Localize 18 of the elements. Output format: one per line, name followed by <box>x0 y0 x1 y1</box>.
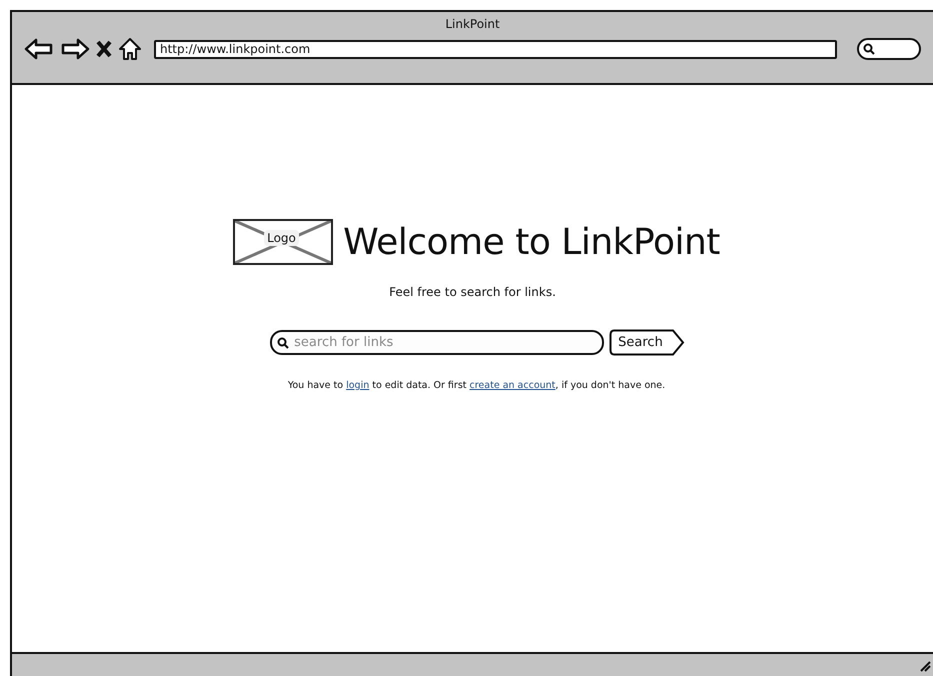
login-notice: You have to login to edit data. Or first create an account, if you don't have one. <box>288 380 666 391</box>
logo-label: Logo <box>264 230 299 246</box>
text-link[interactable]: create an account <box>470 380 556 391</box>
back-icon[interactable] <box>24 38 54 60</box>
resize-grip-icon[interactable] <box>919 660 931 672</box>
forward-icon[interactable] <box>60 38 90 60</box>
search-button[interactable]: Search <box>609 329 683 356</box>
search-icon <box>277 337 290 349</box>
page-subtitle: Feel free to search for links. <box>389 285 556 299</box>
page-heading: Welcome to LinkPoint <box>343 222 720 262</box>
window-title: LinkPoint <box>445 17 500 31</box>
home-icon[interactable] <box>118 37 142 61</box>
close-icon[interactable] <box>96 40 112 58</box>
address-field[interactable]: http://www.linkpoint.com <box>154 40 837 58</box>
browser-search-field[interactable] <box>857 38 921 60</box>
search-icon <box>863 43 875 55</box>
search-field[interactable]: search for links <box>270 330 604 355</box>
text-link[interactable]: login <box>346 380 370 391</box>
